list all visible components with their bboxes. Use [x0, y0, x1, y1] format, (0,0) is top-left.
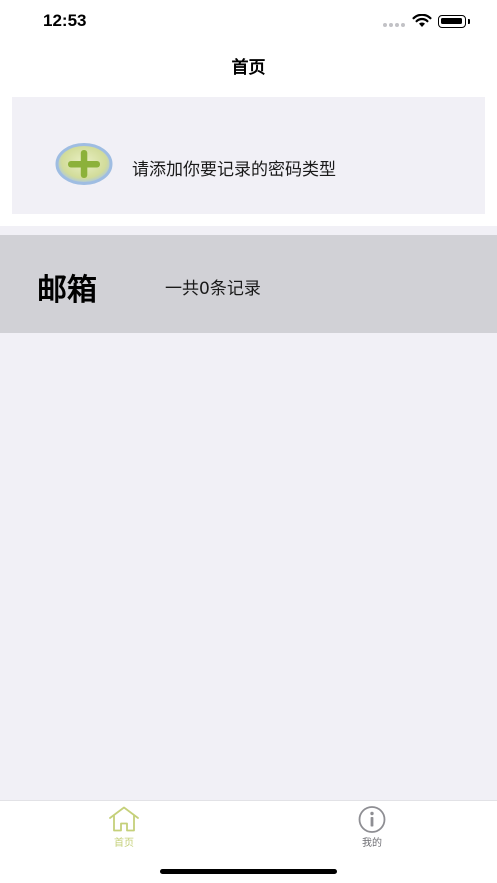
battery-cap [468, 19, 470, 24]
category-row-email[interactable]: 邮箱 一共0条记录 [0, 235, 497, 333]
category-name: 邮箱 [37, 273, 97, 308]
category-record-count: 一共0条记录 [165, 279, 261, 299]
tab-home[interactable]: 首页 [84, 805, 164, 855]
home-icon [109, 806, 139, 832]
add-password-type-button[interactable]: 请添加你要记录的密码类型 [12, 97, 485, 214]
battery-icon [438, 15, 466, 28]
wifi-icon [412, 14, 432, 27]
add-password-type-label: 请添加你要记录的密码类型 [132, 160, 336, 180]
app-screen: 12:53 首页 请添加你要记录的密码类型 邮箱 一共0条记录 首页 我的 [0, 0, 497, 883]
tab-mine-label: 我的 [362, 838, 382, 849]
status-time: 12:53 [43, 11, 87, 30]
tab-home-label: 首页 [114, 838, 134, 849]
page-title: 首页 [231, 58, 266, 78]
plus-circle-icon [55, 143, 113, 185]
home-indicator [160, 869, 337, 874]
status-bar: 12:53 [0, 0, 497, 44]
info-icon [358, 806, 386, 833]
cellular-signal-icon [383, 23, 407, 28]
tab-mine[interactable]: 我的 [332, 805, 412, 855]
